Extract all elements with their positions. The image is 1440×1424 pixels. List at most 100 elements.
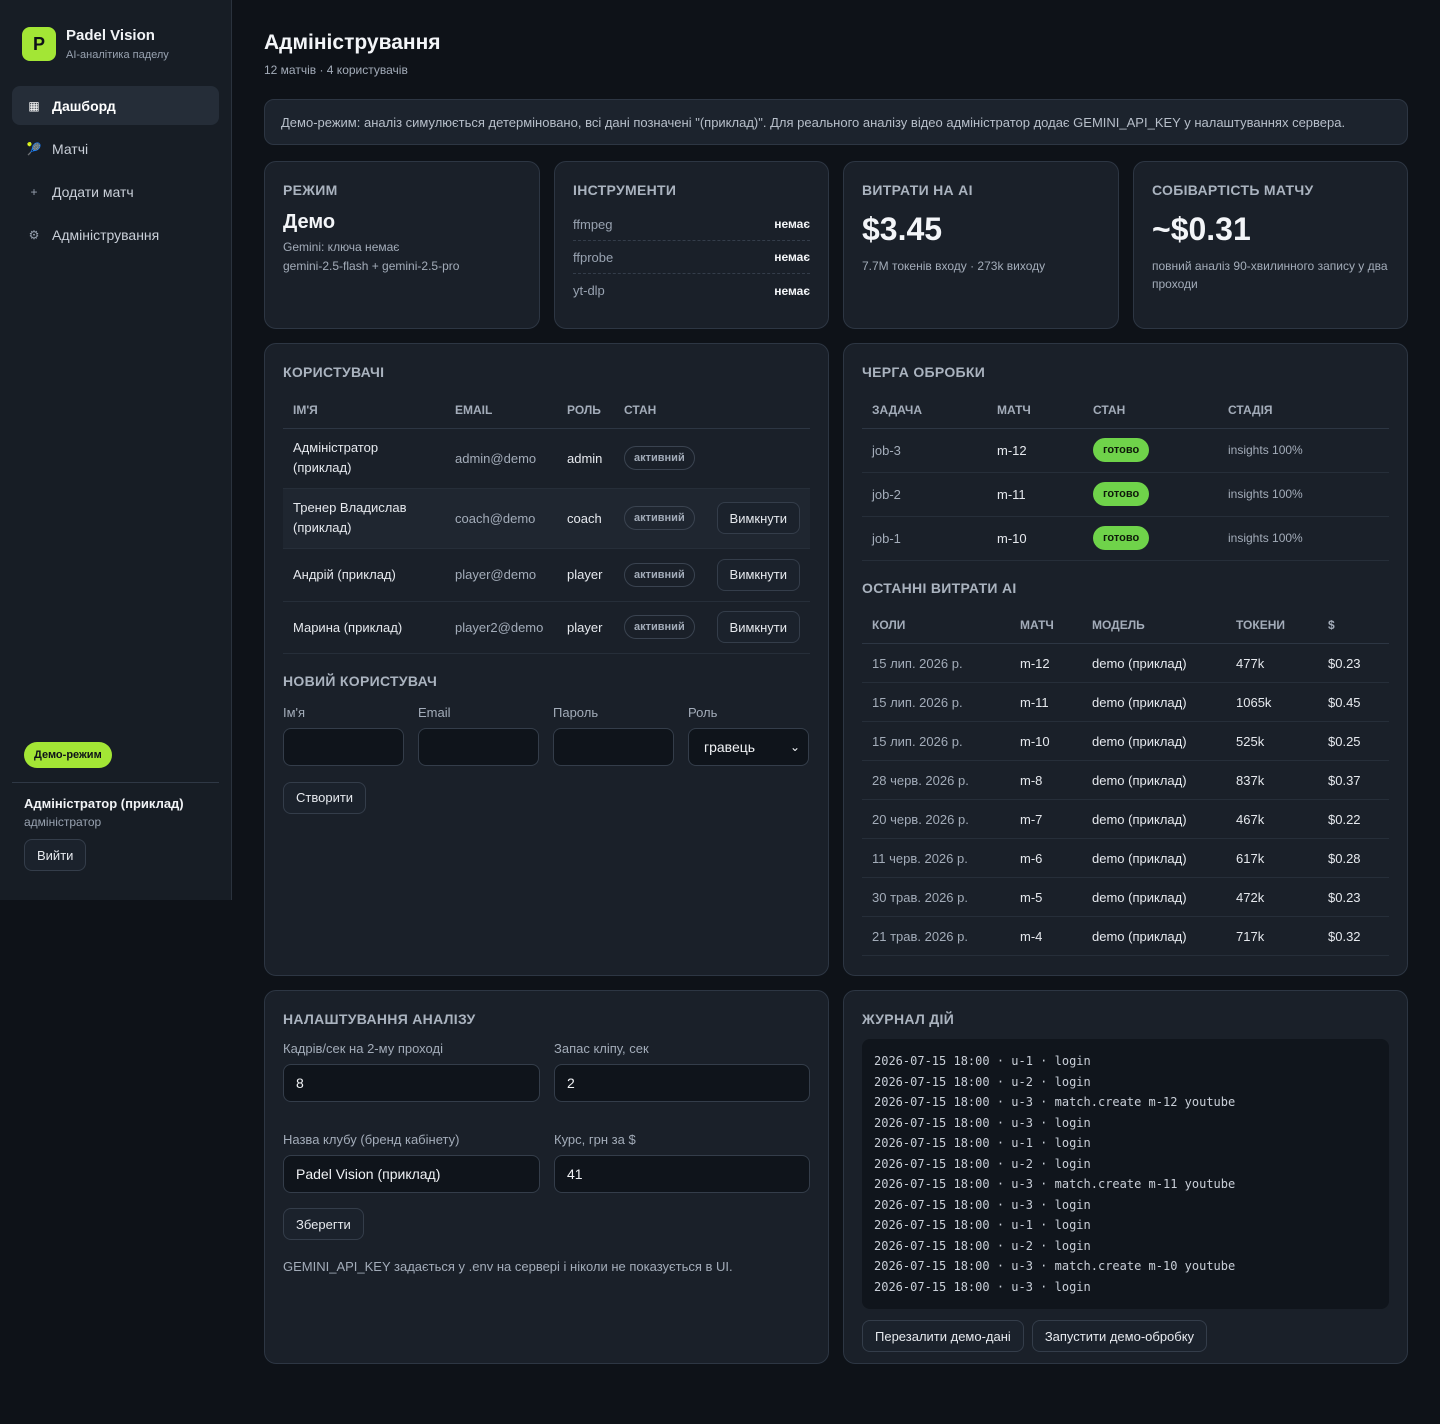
fps-field[interactable]: 8: [283, 1064, 540, 1102]
fps-label: Кадрів/сек на 2-му проході: [283, 1041, 443, 1056]
log-line: 2026-07-15 18:00 · u-3 · login: [874, 1115, 1091, 1130]
column-header: Стан: [1083, 392, 1218, 429]
nav-item-admin[interactable]: ⚙ Адміністрування: [12, 215, 219, 254]
exchange-rate-field[interactable]: 41: [554, 1155, 810, 1193]
cost-when: 11 черв. 2026 р.: [862, 838, 1010, 878]
nav-item-matches[interactable]: 🎾 Матчі: [12, 129, 219, 168]
disable-user-button[interactable]: Вимкнути: [716, 611, 800, 643]
email-field[interactable]: [418, 727, 539, 766]
nav-item-label: Матчі: [52, 140, 89, 157]
run-demo-processing-button[interactable]: Запустити демо-обробку: [1031, 1320, 1208, 1352]
clip-padding-field[interactable]: 2: [554, 1064, 810, 1102]
save-settings-button[interactable]: Зберегти: [283, 1208, 364, 1240]
brand-name: Padel Vision: [66, 27, 155, 44]
current-user-name: Адміністратор (приклад): [24, 796, 184, 811]
cost-when: 21 трав. 2026 р.: [862, 916, 1010, 956]
cost-usd: $0.45: [1318, 682, 1389, 722]
tool-status: немає: [774, 250, 810, 264]
cost-tokens: 617k: [1226, 838, 1318, 878]
card-title: Черга обробки: [862, 364, 986, 380]
cost-match: m-5: [1010, 877, 1082, 917]
nav-item-label: Адміністрування: [52, 226, 160, 243]
tool-row: ffmpeg немає: [573, 208, 810, 241]
divider: [12, 782, 219, 783]
column-header: Роль: [557, 392, 614, 429]
cost-model: demo (приклад): [1082, 643, 1226, 683]
create-user-button[interactable]: Створити: [283, 781, 367, 814]
exchange-rate-label: Курс, грн за $: [554, 1132, 636, 1147]
name-label: Ім'я: [283, 704, 306, 720]
cost-when: 20 черв. 2026 р.: [862, 799, 1010, 839]
brand[interactable]: P Padel Vision AI-аналітика паделу: [22, 27, 169, 61]
nav-item-label: Дашборд: [52, 97, 116, 114]
match-cost-note: повний аналіз 90-хвилинного запису у два…: [1152, 259, 1388, 291]
table-row[interactable]: job-1 m-10 готово insights 100%: [862, 516, 1389, 561]
log-line: 2026-07-15 18:00 · u-3 · match.create m-…: [874, 1259, 1236, 1273]
table-row: 30 трав. 2026 р. m-5 demo (приклад) 472k…: [862, 877, 1389, 917]
table-row: 21 трав. 2026 р. m-4 demo (приклад) 717k…: [862, 916, 1389, 956]
cost-usd: $0.28: [1318, 838, 1389, 878]
nav-item-dashboard[interactable]: ▦ Дашборд: [12, 86, 219, 125]
cost-usd: $0.37: [1318, 760, 1389, 800]
cost-tokens: 1065k: [1226, 682, 1318, 722]
user-name: Адміністратор (приклад): [283, 428, 445, 489]
nav-item-label: Додати матч: [52, 183, 134, 200]
log-line: 2026-07-15 18:00 · u-2 · login: [874, 1156, 1091, 1171]
settings-card: Налаштування аналізу Кадрів/сек на 2-му …: [264, 990, 829, 1364]
table-row: 28 черв. 2026 р. m-8 demo (приклад) 837k…: [862, 760, 1389, 800]
password-field[interactable]: [553, 727, 674, 766]
table-row[interactable]: job-2 m-11 готово insights 100%: [862, 472, 1389, 517]
cost-model: demo (приклад): [1082, 877, 1226, 917]
new-user-form: Ім'я Email Пароль Роль гравець ⌄: [283, 705, 810, 766]
cost-usd: $0.23: [1318, 643, 1389, 683]
sidebar: P Padel Vision AI-аналітика паделу ▦ Даш…: [0, 0, 232, 900]
new-user-title: Новий користувач: [283, 672, 438, 689]
reload-demo-data-button[interactable]: Перезалити демо-дані: [862, 1320, 1024, 1352]
cost-when: 15 лип. 2026 р.: [862, 682, 1010, 722]
cost-tokens: 837k: [1226, 760, 1318, 800]
user-email: coach@demo: [445, 488, 557, 549]
activity-log: 2026-07-15 18:00 · u-1 · login 2026-07-1…: [862, 1039, 1389, 1309]
table-row: Марина (приклад) player2@demo player акт…: [283, 601, 810, 654]
mode-card: Режим Демо Gemini: ключа немає gemini-2.…: [264, 161, 540, 329]
cost-model: demo (приклад): [1082, 799, 1226, 839]
job-stage: insights 100%: [1218, 428, 1389, 473]
column-header: Задача: [862, 392, 987, 429]
column-header: Модель: [1082, 607, 1226, 644]
cost-tokens: 525k: [1226, 721, 1318, 761]
table-row[interactable]: job-3 m-12 готово insights 100%: [862, 428, 1389, 473]
log-line: 2026-07-15 18:00 · u-3 · login: [874, 1279, 1091, 1294]
cost-model: demo (приклад): [1082, 760, 1226, 800]
name-field[interactable]: [283, 727, 404, 766]
cost-usd: $0.32: [1318, 916, 1389, 956]
current-user-role: адміністратор: [24, 815, 102, 829]
cost-model: demo (приклад): [1082, 721, 1226, 761]
cost-model: demo (приклад): [1082, 916, 1226, 956]
column-header: Email: [445, 392, 557, 429]
costs-table: Коли Матч Модель Токени $ 15 лип. 2026 р…: [862, 607, 1389, 956]
disable-user-button[interactable]: Вимкнути: [716, 558, 800, 591]
page-subtitle: 12 матчів · 4 користувачів: [264, 63, 408, 77]
status-badge: готово: [1093, 438, 1150, 462]
api-key-note: GEMINI_API_KEY задається у .env на серве…: [283, 1259, 733, 1274]
cost-model: demo (приклад): [1082, 682, 1226, 722]
club-name-field[interactable]: Padel Vision (приклад): [283, 1155, 540, 1193]
nav-item-add-match[interactable]: + Додати матч: [12, 172, 219, 211]
disable-user-button[interactable]: Вимкнути: [716, 502, 800, 534]
user-name: Андрій (приклад): [283, 548, 445, 602]
cost-when: 15 лип. 2026 р.: [862, 643, 1010, 683]
status-badge: активний: [624, 615, 695, 639]
card-title: Собівартість матчу: [1152, 182, 1314, 198]
role-select[interactable]: гравець ⌄: [688, 727, 809, 766]
card-title: Журнал дій: [862, 1011, 955, 1027]
logout-button[interactable]: Вийти: [24, 839, 87, 871]
job-match: m-11: [987, 472, 1083, 517]
table-header: Задача Матч Стан Стадія: [862, 392, 1389, 429]
column-header: Матч: [987, 392, 1083, 429]
table-row: 11 черв. 2026 р. m-6 demo (приклад) 617k…: [862, 838, 1389, 878]
column-header: Матч: [1010, 607, 1082, 644]
tool-name: ffprobe: [573, 249, 614, 265]
log-line: 2026-07-15 18:00 · u-1 · login: [874, 1218, 1091, 1232]
column-header: [704, 392, 810, 429]
column-header: Стан: [614, 392, 705, 429]
